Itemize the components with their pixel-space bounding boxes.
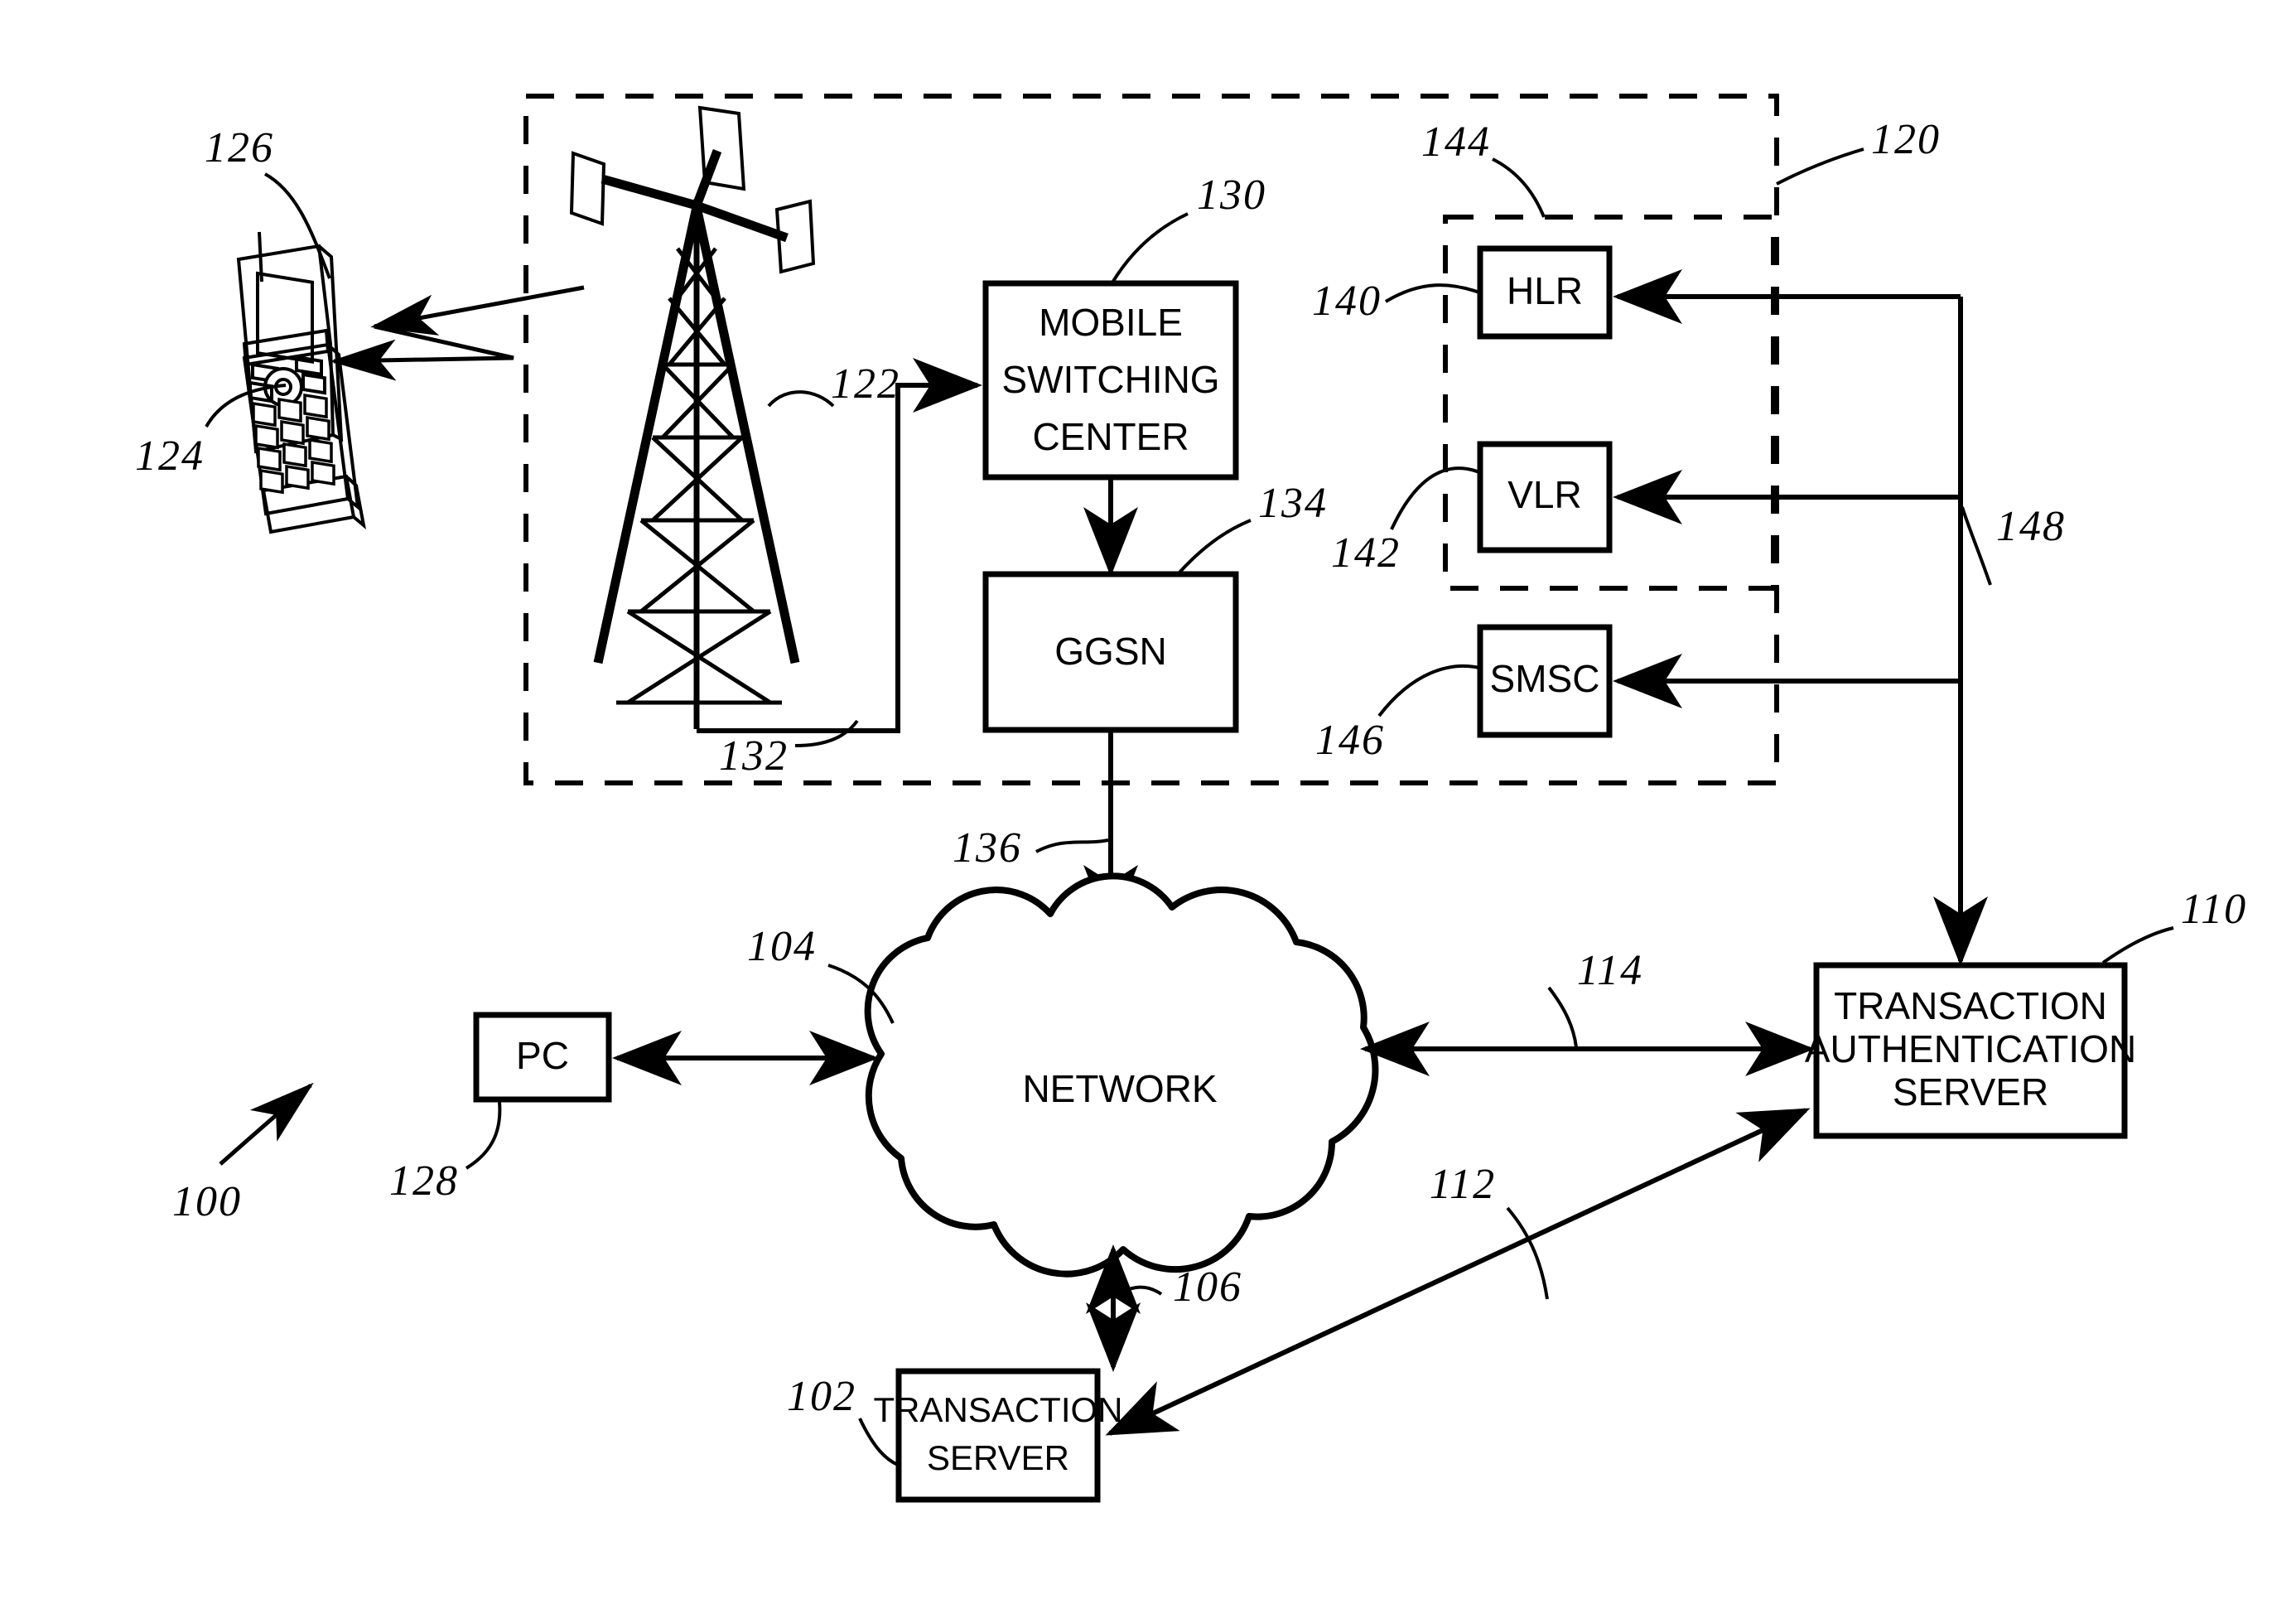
leader-106 — [1115, 1285, 1163, 1296]
vlr-label: VLR — [1507, 473, 1581, 516]
ref-140: 140 — [1312, 278, 1382, 325]
msc-label-line3: CENTER — [1032, 415, 1189, 458]
ref-144: 144 — [1421, 118, 1491, 166]
ref-126: 126 — [205, 124, 274, 172]
leader-110 — [2101, 926, 2174, 964]
leader-142 — [1390, 466, 1480, 530]
tas-label-line1: TRANSACTION — [1834, 984, 2107, 1027]
ref-134: 134 — [1258, 480, 1328, 527]
ref-128: 128 — [389, 1157, 459, 1205]
ref-114: 114 — [1577, 947, 1643, 994]
ref-112: 112 — [1430, 1161, 1496, 1208]
ref-120: 120 — [1871, 116, 1941, 163]
leader-144 — [1492, 157, 1546, 218]
figure-pointer-arrow — [219, 1082, 314, 1166]
tas-label-line3: SERVER — [1893, 1070, 2048, 1114]
ref-136: 136 — [953, 824, 1022, 872]
leader-140 — [1384, 283, 1480, 303]
leader-134 — [1177, 519, 1252, 575]
ref-110: 110 — [2181, 886, 2247, 933]
figure-svg: 124 122 126 132 MOBILE SWITCHING CENTER … — [135, 94, 2247, 1503]
ref-106: 106 — [1173, 1263, 1242, 1311]
leader-130 — [1111, 212, 1189, 284]
ref-146: 146 — [1315, 717, 1385, 764]
leader-136 — [1035, 838, 1109, 853]
tas-label-line2: AUTHENTICATION — [1805, 1027, 2136, 1070]
leader-128 — [465, 1101, 502, 1170]
ref-100: 100 — [172, 1178, 242, 1225]
ts-label-line2: SERVER — [927, 1438, 1069, 1477]
ts-label-line1: TRANSACTION — [873, 1390, 1122, 1429]
tas-to-registers-bus — [1613, 269, 1988, 966]
ref-122: 122 — [831, 360, 900, 408]
leader-120 — [1776, 147, 1864, 186]
leader-148 — [1961, 506, 1992, 586]
msc-label-line1: MOBILE — [1039, 301, 1183, 344]
ggsn-label: GGSN — [1054, 630, 1166, 673]
ref-132: 132 — [719, 732, 789, 780]
cell-tower-icon — [569, 105, 816, 729]
ref-104: 104 — [747, 923, 817, 970]
msc-label-line2: SWITCHING — [1001, 358, 1219, 401]
ref-142: 142 — [1331, 529, 1401, 577]
ref-102: 102 — [787, 1373, 856, 1420]
patent-figure-canvas: 124 122 126 132 MOBILE SWITCHING CENTER … — [0, 0, 2296, 1604]
leader-146 — [1377, 664, 1480, 717]
leader-112 — [1506, 1206, 1549, 1300]
ref-124: 124 — [135, 432, 205, 480]
mobile-phone-icon — [236, 231, 366, 534]
leader-122 — [767, 390, 835, 408]
ref-130: 130 — [1197, 172, 1266, 219]
pc-label: PC — [516, 1034, 569, 1077]
network-label: NETWORK — [1022, 1067, 1217, 1110]
smsc-label: SMSC — [1490, 657, 1600, 700]
hlr-label: HLR — [1507, 269, 1583, 312]
leader-114 — [1547, 986, 1578, 1048]
ref-148: 148 — [1996, 503, 2066, 550]
air-interface-link — [330, 285, 585, 381]
